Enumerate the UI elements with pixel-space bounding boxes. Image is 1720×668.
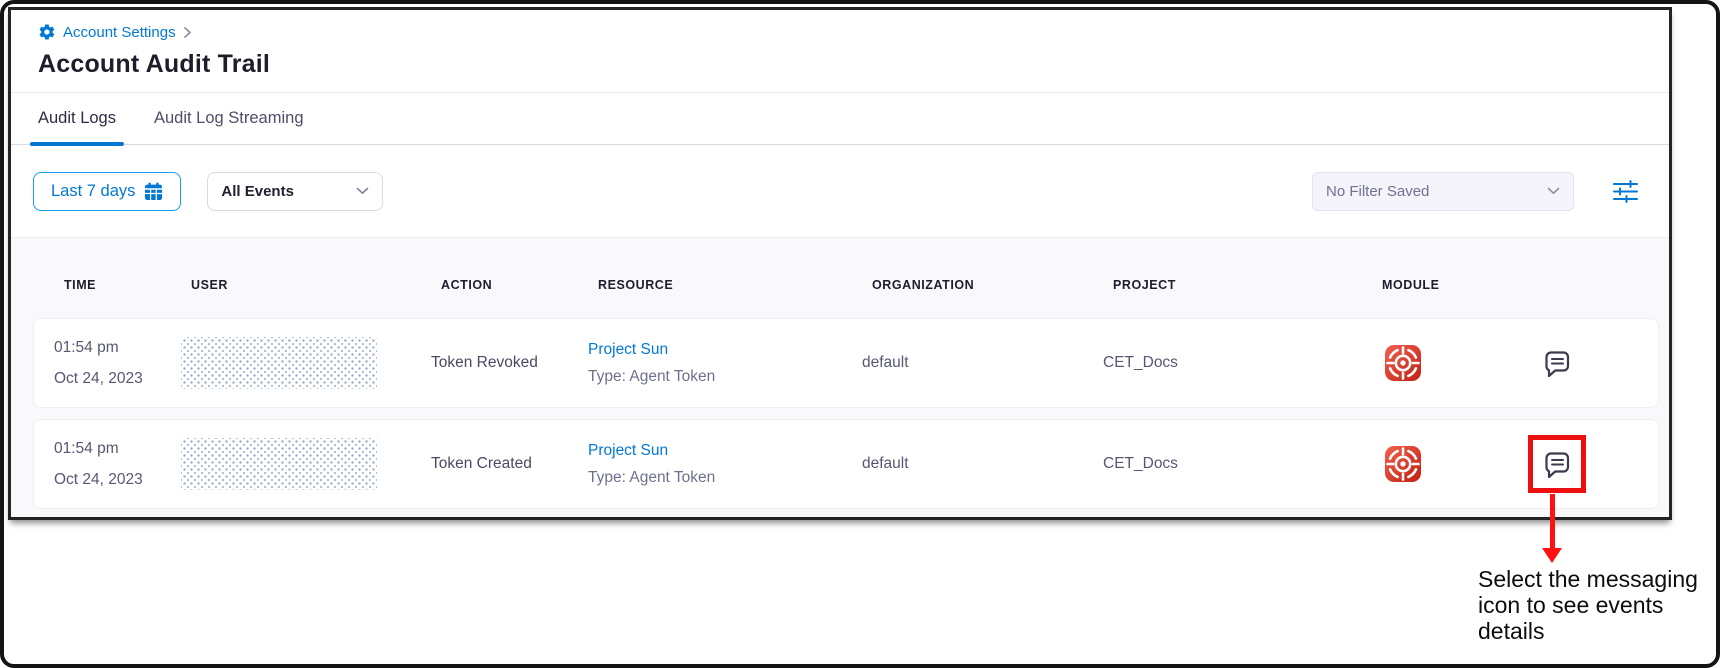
message-details-button[interactable] <box>1540 447 1574 481</box>
organization-cell: default <box>862 455 1103 473</box>
sliders-icon <box>1612 180 1639 203</box>
events-filter-value: All Events <box>221 183 294 200</box>
action-cell: Token Revoked <box>431 354 588 372</box>
user-cell <box>181 438 431 490</box>
breadcrumb: Account Settings <box>38 21 1669 43</box>
chevron-down-icon <box>1547 187 1560 195</box>
resource-type: Type: Agent Token <box>588 469 862 487</box>
resource-type: Type: Agent Token <box>588 368 862 386</box>
time-cell: 01:54 pm Oct 24, 2023 <box>54 332 181 394</box>
details-cell <box>1522 447 1658 481</box>
tab-audit-logs[interactable]: Audit Logs <box>38 93 116 144</box>
resource-link[interactable]: Project Sun <box>588 442 862 460</box>
event-time: 01:54 pm <box>54 433 181 464</box>
col-header-resource: RESOURCE <box>598 278 872 292</box>
saved-filter-value: No Filter Saved <box>1326 183 1429 200</box>
redacted-user-blur <box>181 438 377 490</box>
table-row: 01:54 pm Oct 24, 2023 Token Revoked Proj… <box>33 318 1659 408</box>
date-range-label: Last 7 days <box>51 182 135 201</box>
col-header-action: ACTION <box>441 278 598 292</box>
user-cell <box>181 337 431 389</box>
resource-cell: Project Sun Type: Agent Token <box>588 341 862 386</box>
time-cell: 01:54 pm Oct 24, 2023 <box>54 433 181 495</box>
chevron-right-icon <box>183 26 192 39</box>
screenshot-canvas: Account Settings Account Audit Trail Aud… <box>0 0 1720 668</box>
event-time: 01:54 pm <box>54 332 181 363</box>
col-header-user: USER <box>191 278 441 292</box>
cet-module-icon <box>1384 344 1522 382</box>
project-cell: CET_Docs <box>1103 455 1372 473</box>
filter-settings-button[interactable] <box>1612 180 1639 203</box>
resource-link[interactable]: Project Sun <box>588 341 862 359</box>
organization-cell: default <box>862 354 1103 372</box>
event-date: Oct 24, 2023 <box>54 363 181 394</box>
filter-toolbar: Last 7 days All Events No Filter Saved <box>11 145 1669 237</box>
breadcrumb-account-settings-link[interactable]: Account Settings <box>63 24 176 41</box>
message-details-button[interactable] <box>1540 346 1574 380</box>
tab-audit-log-streaming[interactable]: Audit Log Streaming <box>154 93 304 144</box>
annotation-highlight-box <box>1528 435 1586 493</box>
calendar-icon <box>144 182 163 201</box>
app-window: Account Settings Account Audit Trail Aud… <box>8 7 1672 520</box>
action-cell: Token Created <box>431 455 588 473</box>
resource-cell: Project Sun Type: Agent Token <box>588 442 862 487</box>
details-cell <box>1522 346 1658 380</box>
col-header-module: MODULE <box>1382 278 1532 292</box>
col-header-time: TIME <box>64 278 191 292</box>
annotation-text: Select the messaging icon to see events … <box>1478 566 1700 645</box>
module-cell <box>1372 445 1522 483</box>
redacted-user-blur <box>181 337 377 389</box>
audit-table: TIME USER ACTION RESOURCE ORGANIZATION P… <box>11 237 1669 517</box>
table-row: 01:54 pm Oct 24, 2023 Token Created Proj… <box>33 419 1659 509</box>
annotation-arrow <box>1550 494 1555 550</box>
col-header-organization: ORGANIZATION <box>872 278 1113 292</box>
chevron-down-icon <box>356 187 369 195</box>
table-header-row: TIME USER ACTION RESOURCE ORGANIZATION P… <box>33 278 1659 292</box>
page-title: Account Audit Trail <box>38 50 1669 79</box>
page-header: Account Settings Account Audit Trail <box>11 10 1669 79</box>
messaging-icon <box>1542 348 1572 379</box>
cet-module-icon <box>1384 445 1522 483</box>
annotation-arrow-head-icon <box>1542 548 1562 563</box>
tab-bar: Audit Logs Audit Log Streaming <box>11 93 1669 145</box>
module-cell <box>1372 344 1522 382</box>
col-header-project: PROJECT <box>1113 278 1382 292</box>
project-cell: CET_Docs <box>1103 354 1372 372</box>
saved-filter-select[interactable]: No Filter Saved <box>1312 172 1574 211</box>
gear-icon <box>38 23 56 41</box>
date-range-button[interactable]: Last 7 days <box>33 172 181 211</box>
events-filter-select[interactable]: All Events <box>207 172 383 211</box>
event-date: Oct 24, 2023 <box>54 464 181 495</box>
